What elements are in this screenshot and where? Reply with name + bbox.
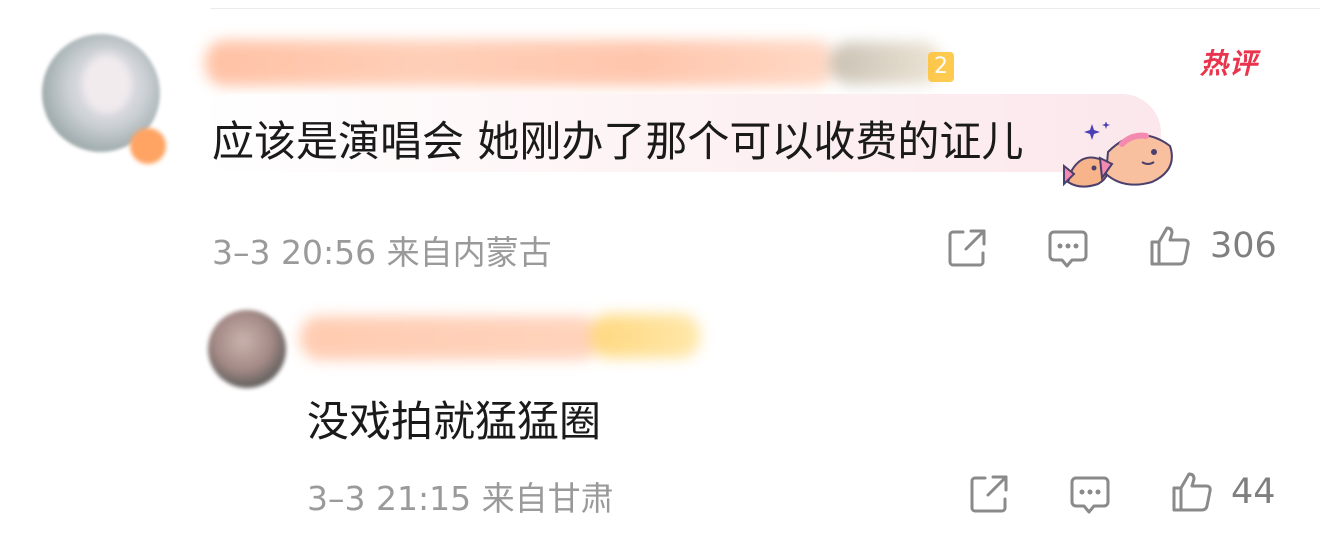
comment-text: 应该是演唱会 她刚办了那个可以收费的证儿	[212, 117, 1024, 166]
reply-username-blurred[interactable]	[300, 316, 600, 360]
like-icon[interactable]	[1170, 470, 1214, 514]
comment-icon[interactable]	[1068, 472, 1112, 516]
verified-badge-icon	[130, 128, 166, 164]
share-icon[interactable]	[967, 472, 1011, 516]
fish-bubble-decoration-icon	[1063, 122, 1173, 188]
reply-user-tag-blurred	[590, 314, 700, 358]
comment-thread: 2 热评 应该是演唱会 她刚办了那个可以收费的证儿 3–3 20:56 来自内蒙…	[0, 0, 1320, 541]
like-count: 306	[1210, 226, 1277, 266]
level-badge: 2	[928, 52, 954, 82]
reply-meta: 3–3 21:15 来自甘肃	[307, 479, 614, 518]
username-blurred[interactable]	[205, 40, 835, 86]
like-count: 44	[1231, 472, 1276, 512]
user-tag-blurred	[830, 42, 942, 84]
share-icon[interactable]	[945, 226, 989, 270]
divider	[210, 8, 1320, 9]
reply-avatar[interactable]	[208, 310, 286, 388]
comment-meta: 3–3 20:56 来自内蒙古	[212, 233, 552, 272]
like-icon[interactable]	[1148, 224, 1192, 268]
hot-comment-badge: 热评	[1200, 42, 1258, 82]
reply-text: 没戏拍就猛猛圈	[307, 397, 602, 446]
comment-icon[interactable]	[1046, 226, 1090, 270]
